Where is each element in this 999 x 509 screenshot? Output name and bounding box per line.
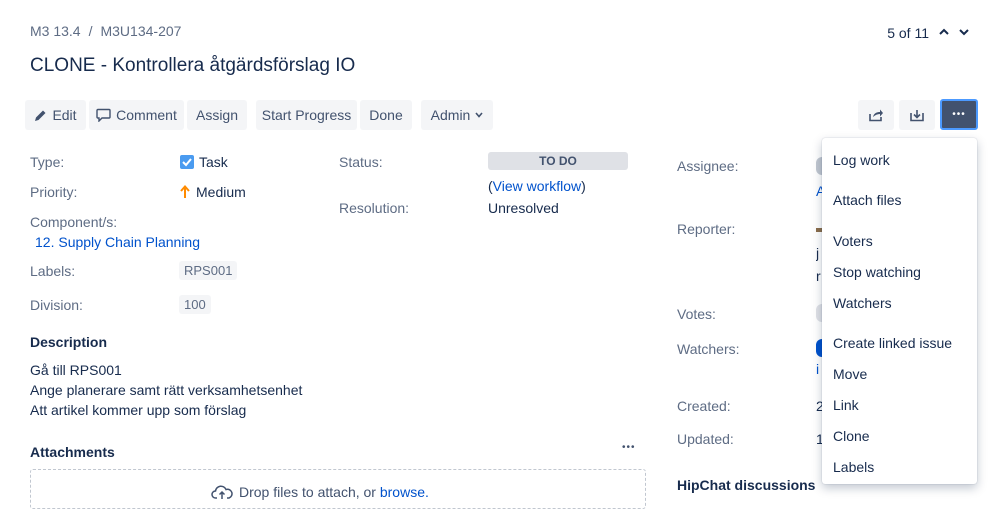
status-badge: TO DO [488,152,628,170]
breadcrumb-project[interactable]: M3 13.4 [30,23,81,39]
votes-label: Votes: [677,306,716,322]
priority-label: Priority: [30,184,78,200]
reporter-label: Reporter: [677,221,736,237]
issue-pager: 5 of 11 [887,25,969,41]
resolution-label: Resolution: [339,200,410,216]
done-button[interactable]: Done [360,100,412,130]
created-label: Created: [677,398,731,414]
menu-item-watchers[interactable]: Watchers [833,295,892,311]
priority-value-text: Medium [196,184,246,200]
description-heading: Description [30,334,108,350]
priority-value: Medium [180,184,246,200]
assign-button[interactable]: Assign [187,100,247,130]
admin-button-label: Admin [430,107,471,123]
division-label: Division: [30,297,83,313]
pager-text: 5 of 11 [887,25,929,41]
browse-link[interactable]: browse. [380,484,429,500]
chevron-down-icon[interactable] [959,27,969,39]
hipchat-heading: HipChat discussions [677,477,816,493]
admin-dropdown-button[interactable]: Admin [421,100,493,130]
menu-item-attach-files[interactable]: Attach files [833,192,901,208]
export-button[interactable] [899,100,935,130]
description-line: Ange planerare samt rätt verksamhetsenhe… [30,382,303,398]
component-label: Component/s: [30,214,118,230]
comment-button-label: Comment [116,107,177,123]
description-body[interactable]: Gå till RPS001 Ange planerare samt rätt … [30,360,302,420]
comment-icon [96,108,111,122]
watchers-label: Watchers: [677,341,740,357]
type-label: Type: [30,154,65,170]
drop-zone-label: Drop files to attach, or [239,484,380,500]
attachment-drop-zone[interactable]: Drop files to attach, or browse. [30,469,646,509]
comment-button[interactable]: Comment [89,100,184,130]
attachments-more-icon[interactable]: ••• [622,442,636,453]
view-workflow: (View workflow) [488,178,586,194]
chevron-up-icon[interactable] [939,27,949,39]
resolution-value: Unresolved [488,200,559,216]
edit-button-label: Edit [52,107,77,123]
menu-item-labels[interactable]: Labels [833,459,874,475]
chevron-down-icon [475,112,483,118]
status-label: Status: [339,154,383,170]
division-tag: 100 [179,295,211,314]
assignee-label: Assignee: [677,158,739,174]
description-line: Gå till RPS001 [30,362,122,378]
more-actions-button[interactable]: ••• [940,99,978,130]
type-value-text: Task [199,154,228,170]
breadcrumb-issue-key[interactable]: M3U134-207 [100,23,181,39]
more-actions-menu: Log work Attach files Voters Stop watchi… [822,138,977,484]
breadcrumb-separator: / [88,23,93,39]
pencil-icon [35,110,46,121]
start-progress-button[interactable]: Start Progress [256,100,357,130]
attachments-heading: Attachments [30,444,115,460]
menu-item-create-linked-issue[interactable]: Create linked issue [833,335,952,351]
menu-item-voters[interactable]: Voters [833,233,873,249]
type-value: Task [180,154,228,170]
updated-label: Updated: [677,431,734,447]
more-icon: ••• [952,109,966,120]
menu-item-clone[interactable]: Clone [833,428,870,444]
menu-item-link[interactable]: Link [833,397,859,413]
menu-item-log-work[interactable]: Log work [833,152,890,168]
description-line: Att artikel kommer upp som förslag [30,402,247,418]
label-tag[interactable]: RPS001 [179,261,238,280]
share-button[interactable] [858,100,894,130]
task-checkbox-icon [180,155,194,169]
component-link[interactable]: 12. Supply Chain Planning [35,234,200,250]
menu-item-move[interactable]: Move [833,366,867,382]
export-icon [910,110,924,122]
page-title: CLONE - Kontrollera åtgärdsförslag IO [30,55,356,76]
share-icon [869,109,883,122]
cloud-upload-icon [211,485,233,499]
breadcrumb: M3 13.4 / M3U134-207 [30,23,181,39]
view-workflow-link[interactable]: View workflow [493,178,581,194]
edit-button[interactable]: Edit [25,100,86,130]
arrow-up-icon [180,185,190,198]
workflow-paren-close: ) [581,178,586,194]
drop-zone-text: Drop files to attach, or browse. [211,484,429,500]
menu-item-stop-watching[interactable]: Stop watching [833,264,921,280]
labels-label: Labels: [30,263,76,279]
